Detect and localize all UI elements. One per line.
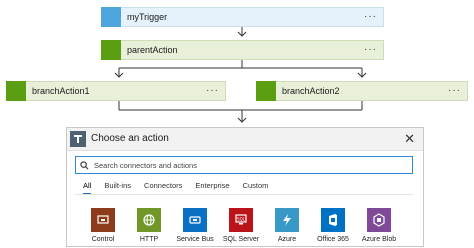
branch-action-2-card[interactable]: branchAction2 ··· xyxy=(256,80,468,101)
tab-divider xyxy=(75,194,413,195)
connector-azure[interactable]: Azure xyxy=(265,208,309,248)
close-icon[interactable]: ✕ xyxy=(404,131,415,147)
search-icon xyxy=(76,160,92,170)
connector-tabs: All Built-ins Connectors Enterprise Cust… xyxy=(83,181,281,195)
action-icon xyxy=(101,39,121,60)
connector-grid: Control HTTP Service Bus SQL SQL Server … xyxy=(77,208,413,248)
connector-http[interactable]: HTTP xyxy=(127,208,171,248)
choose-action-icon xyxy=(70,131,86,147)
trigger-label: myTrigger xyxy=(127,12,168,22)
branch-action-2-label: branchAction2 xyxy=(282,86,340,96)
choose-action-panel: Choose an action ✕ All Built-ins Connect… xyxy=(66,127,424,247)
trigger-card[interactable]: myTrigger ··· xyxy=(101,6,384,27)
branch-action-1-label: branchAction1 xyxy=(32,86,90,96)
svg-text:SQL: SQL xyxy=(237,217,246,222)
tab-built-ins[interactable]: Built-ins xyxy=(104,181,131,195)
connector-control[interactable]: Control xyxy=(81,208,125,248)
connector-office-365[interactable]: Office 365 xyxy=(311,208,355,248)
panel-header: Choose an action ✕ xyxy=(67,128,423,151)
panel-title: Choose an action xyxy=(91,133,169,144)
control-icon xyxy=(91,208,115,232)
tab-connectors[interactable]: Connectors xyxy=(144,181,182,195)
branch-action-1-card[interactable]: branchAction1 ··· xyxy=(6,80,226,101)
parent-action-label: parentAction xyxy=(127,45,178,55)
more-options-icon[interactable]: ··· xyxy=(206,86,225,96)
trigger-icon xyxy=(101,6,121,27)
search-box[interactable] xyxy=(75,156,413,174)
azure-blob-icon xyxy=(367,208,391,232)
tab-enterprise[interactable]: Enterprise xyxy=(195,181,229,195)
action-icon xyxy=(256,80,276,101)
connector-azure-blob[interactable]: Azure Blob xyxy=(357,208,401,248)
tab-custom[interactable]: Custom xyxy=(243,181,269,195)
action-icon xyxy=(6,80,26,101)
sql-server-icon: SQL xyxy=(229,208,253,232)
office-365-icon xyxy=(321,208,345,232)
search-input[interactable] xyxy=(92,160,412,170)
azure-functions-icon xyxy=(275,208,299,232)
more-options-icon[interactable]: ··· xyxy=(364,12,383,22)
parent-action-card[interactable]: parentAction ··· xyxy=(101,39,384,60)
service-bus-icon xyxy=(183,208,207,232)
tab-all[interactable]: All xyxy=(83,181,92,195)
more-options-icon[interactable]: ··· xyxy=(364,45,383,55)
connector-service-bus[interactable]: Service Bus xyxy=(173,208,217,248)
http-icon xyxy=(137,208,161,232)
connector-sql-server[interactable]: SQL SQL Server xyxy=(219,208,263,248)
more-options-icon[interactable]: ··· xyxy=(448,86,467,96)
